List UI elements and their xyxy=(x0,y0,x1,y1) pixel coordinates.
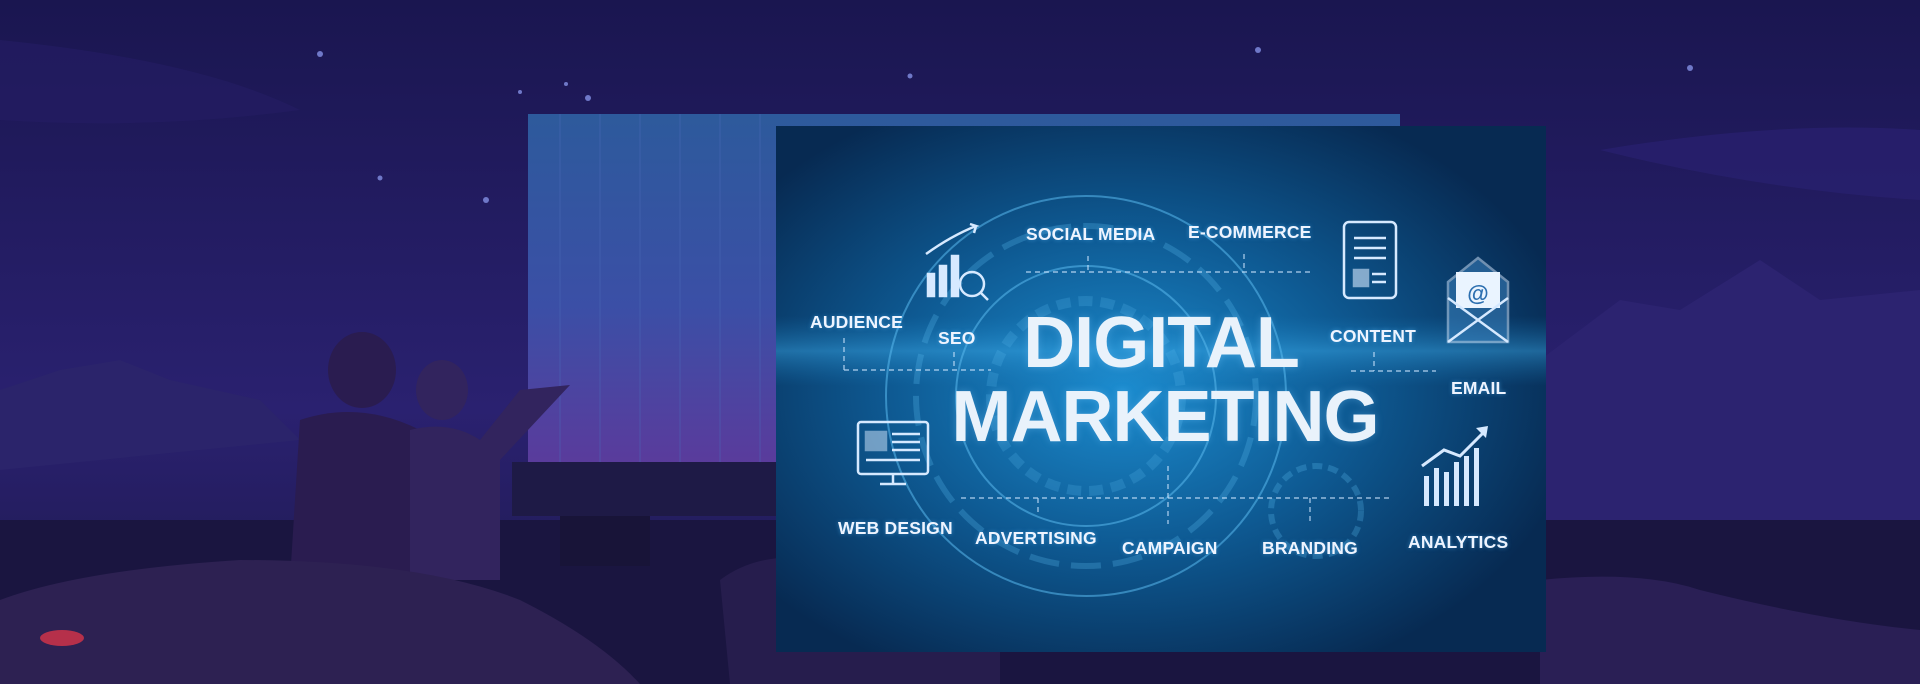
label-content: CONTENT xyxy=(1330,326,1416,346)
digital-marketing-panel: @ DIGITAL MARKETING SOCIAL MEDIA E-COMME… xyxy=(776,126,1546,652)
label-branding: BRANDING xyxy=(1262,538,1358,558)
label-email: EMAIL xyxy=(1451,378,1507,398)
screen-leg xyxy=(560,516,650,566)
label-campaign: CAMPAIGN xyxy=(1122,538,1218,558)
label-social-media: SOCIAL MEDIA xyxy=(1026,224,1156,244)
label-analytics: ANALYTICS xyxy=(1408,532,1509,552)
label-audience: AUDIENCE xyxy=(810,312,903,332)
title-marketing: MARKETING xyxy=(951,377,1380,457)
label-ecommerce: E-COMMERCE xyxy=(1188,222,1312,242)
car-left-taillight xyxy=(40,630,84,646)
label-advertising: ADVERTISING xyxy=(975,528,1097,548)
label-web-design: WEB DESIGN xyxy=(838,518,953,538)
label-seo: SEO xyxy=(938,328,976,348)
